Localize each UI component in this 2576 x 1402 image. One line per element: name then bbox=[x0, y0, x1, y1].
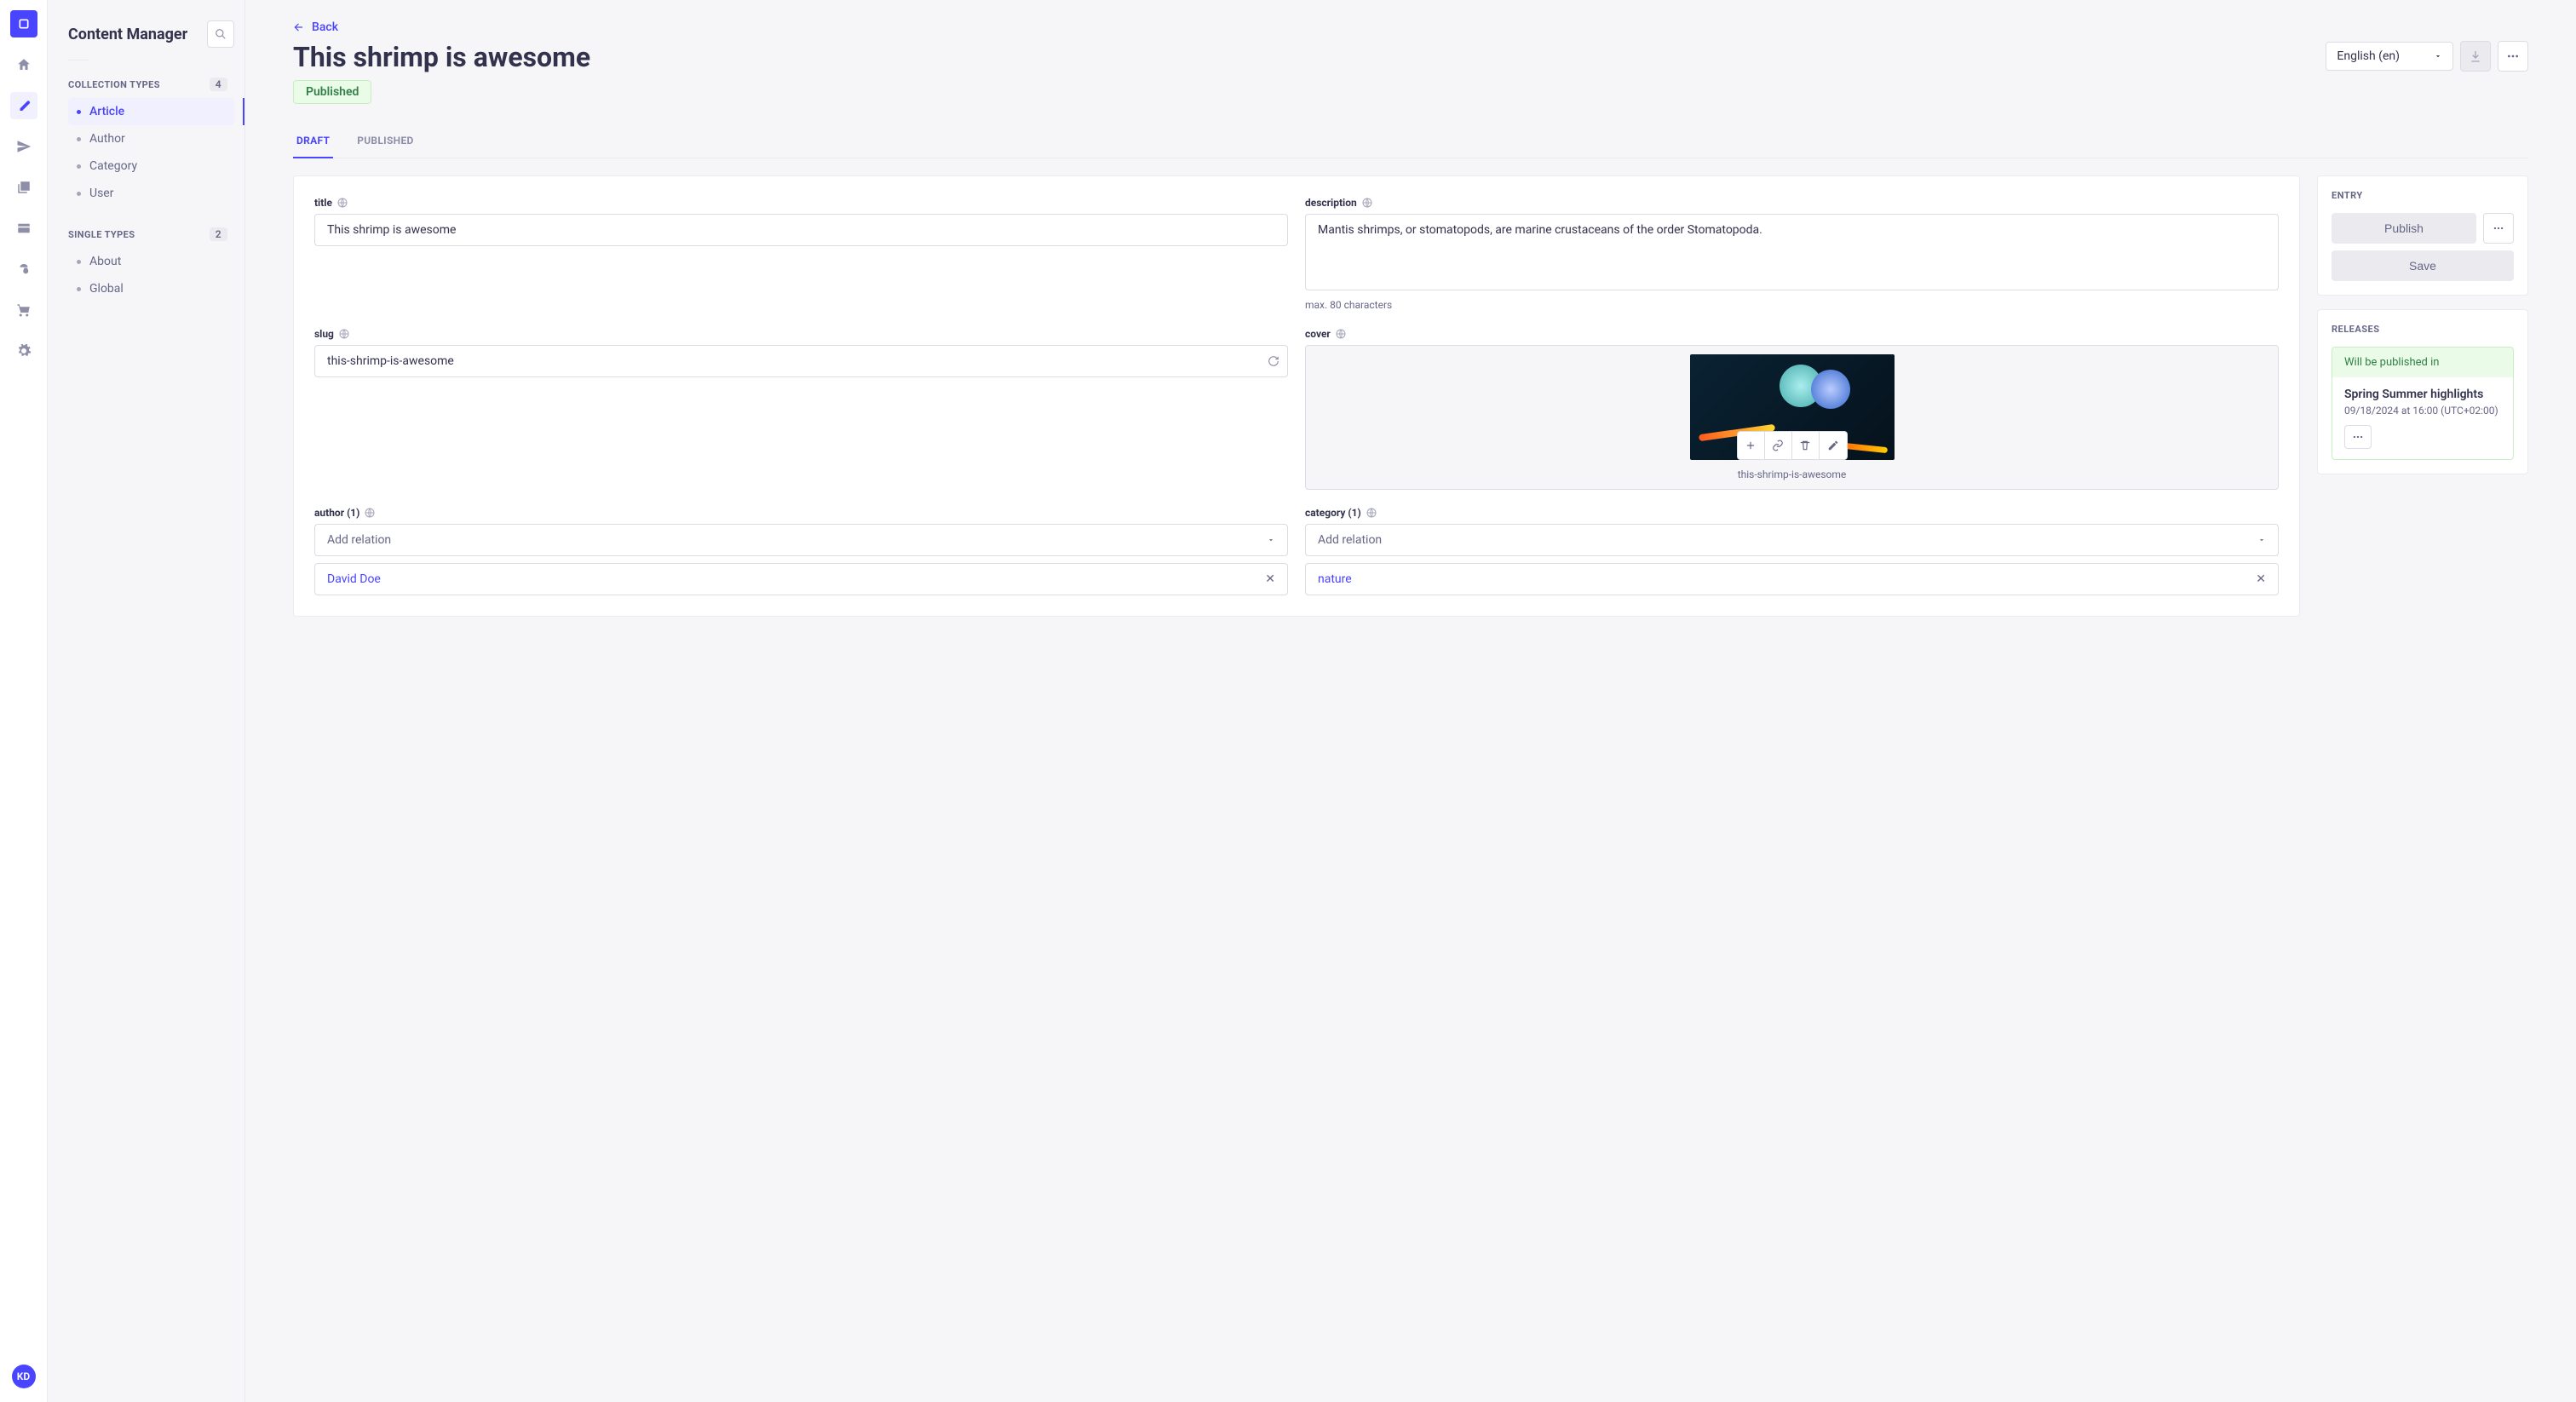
field-label-text: title bbox=[314, 197, 332, 209]
search-button[interactable] bbox=[207, 20, 234, 48]
cover-toolbar bbox=[1737, 431, 1848, 460]
field-category: category (1) Add relation nature ✕ bbox=[1305, 507, 2279, 595]
nav-item-label: Category bbox=[89, 159, 137, 173]
field-label-text: slug bbox=[314, 328, 334, 340]
entry-heading: ENTRY bbox=[2332, 190, 2514, 201]
publish-button[interactable]: Publish bbox=[2332, 213, 2476, 244]
status-badge: Published bbox=[293, 80, 371, 104]
content-manager-icon[interactable] bbox=[10, 92, 37, 119]
field-label-text: category (1) bbox=[1305, 507, 1361, 519]
home-icon[interactable] bbox=[10, 51, 37, 78]
globe-icon bbox=[339, 329, 349, 339]
field-slug: slug bbox=[314, 328, 1288, 490]
cover-caption: this-shrimp-is-awesome bbox=[1314, 468, 2269, 480]
tab-draft[interactable]: DRAFT bbox=[293, 124, 333, 158]
tabs: DRAFT PUBLISHED bbox=[293, 124, 2528, 158]
release-more-button[interactable] bbox=[2344, 425, 2372, 449]
plugins-icon[interactable] bbox=[10, 256, 37, 283]
title-input[interactable] bbox=[314, 214, 1288, 246]
entry-panel: ENTRY Publish Save bbox=[2317, 175, 2528, 296]
author-relation-chip[interactable]: David Doe ✕ bbox=[314, 563, 1288, 595]
collection-types-count: 4 bbox=[210, 78, 227, 91]
nav-item-label: Global bbox=[89, 282, 124, 296]
category-relation-select[interactable]: Add relation bbox=[1305, 524, 2279, 556]
nav-item-label: About bbox=[89, 255, 121, 268]
caret-down-icon bbox=[1267, 536, 1275, 544]
nav-item-category[interactable]: Category bbox=[68, 152, 234, 180]
relation-value: David Doe bbox=[327, 572, 381, 586]
marketplace-icon[interactable] bbox=[10, 296, 37, 324]
release-banner: Will be published in bbox=[2332, 348, 2513, 377]
relation-value: nature bbox=[1318, 572, 1352, 586]
field-description: description max. 80 characters bbox=[1305, 197, 2279, 311]
tab-published[interactable]: PUBLISHED bbox=[354, 124, 417, 158]
send-icon[interactable] bbox=[10, 133, 37, 160]
release-card: Will be published in Spring Summer highl… bbox=[2332, 347, 2514, 460]
nav-item-label: Article bbox=[89, 105, 124, 118]
main-content: Back This shrimp is awesome English (en)… bbox=[245, 0, 2576, 1402]
collection-types-list: Article Author Category User bbox=[68, 98, 234, 207]
nav-item-label: Author bbox=[89, 132, 125, 146]
field-label-text: description bbox=[1305, 197, 1357, 209]
settings-icon[interactable] bbox=[10, 337, 37, 365]
user-avatar[interactable]: KD bbox=[12, 1365, 36, 1388]
release-date: 09/18/2024 at 16:00 (UTC+02:00) bbox=[2344, 405, 2501, 417]
nav-item-label: User bbox=[89, 187, 113, 200]
page-title: This shrimp is awesome bbox=[293, 41, 590, 73]
sidebar: Content Manager COLLECTION TYPES 4 Artic… bbox=[48, 0, 245, 1402]
nav-item-global[interactable]: Global bbox=[68, 275, 234, 302]
locale-value: English (en) bbox=[2337, 49, 2400, 63]
cover-link-button[interactable] bbox=[1765, 432, 1792, 459]
field-label-text: cover bbox=[1305, 328, 1331, 340]
release-title: Spring Summer highlights bbox=[2344, 388, 2501, 401]
cover-edit-button[interactable] bbox=[1820, 432, 1847, 459]
author-relation-select[interactable]: Add relation bbox=[314, 524, 1288, 556]
save-button[interactable]: Save bbox=[2332, 250, 2514, 281]
category-relation-chip[interactable]: nature ✕ bbox=[1305, 563, 2279, 595]
single-types-list: About Global bbox=[68, 248, 234, 302]
icon-rail: KD bbox=[0, 0, 48, 1402]
relation-placeholder: Add relation bbox=[1318, 533, 1382, 547]
app-logo[interactable] bbox=[10, 10, 37, 37]
nav-item-article[interactable]: Article bbox=[68, 98, 234, 125]
remove-relation-icon[interactable]: ✕ bbox=[1265, 572, 1275, 586]
description-help: max. 80 characters bbox=[1305, 299, 2279, 311]
field-title: title bbox=[314, 197, 1288, 311]
releases-heading: RELEASES bbox=[2332, 324, 2514, 335]
field-label-text: author (1) bbox=[314, 507, 359, 519]
releases-panel: RELEASES Will be published in Spring Sum… bbox=[2317, 309, 2528, 474]
field-author: author (1) Add relation David Doe ✕ bbox=[314, 507, 1288, 595]
builder-icon[interactable] bbox=[10, 215, 37, 242]
locale-select[interactable]: English (en) bbox=[2326, 42, 2453, 71]
remove-relation-icon[interactable]: ✕ bbox=[2256, 572, 2266, 586]
collection-types-label: COLLECTION TYPES bbox=[68, 79, 160, 90]
cover-add-button[interactable] bbox=[1738, 432, 1765, 459]
single-types-count: 2 bbox=[210, 227, 227, 241]
caret-down-icon bbox=[2434, 52, 2442, 60]
nav-item-author[interactable]: Author bbox=[68, 125, 234, 152]
download-button[interactable] bbox=[2460, 41, 2491, 72]
caret-down-icon bbox=[2257, 536, 2266, 544]
globe-icon bbox=[1336, 329, 1346, 339]
cover-delete-button[interactable] bbox=[1792, 432, 1820, 459]
description-textarea[interactable] bbox=[1305, 214, 2279, 290]
slug-input[interactable] bbox=[314, 345, 1288, 377]
single-types-label: SINGLE TYPES bbox=[68, 229, 135, 240]
nav-item-user[interactable]: User bbox=[68, 180, 234, 207]
back-label: Back bbox=[312, 20, 338, 34]
back-link[interactable]: Back bbox=[293, 20, 338, 34]
field-cover: cover this-shrimp-is-aweso bbox=[1305, 328, 2279, 490]
regenerate-icon[interactable] bbox=[1268, 355, 1279, 367]
media-library-icon[interactable] bbox=[10, 174, 37, 201]
sidebar-title: Content Manager bbox=[68, 26, 187, 43]
globe-icon bbox=[365, 508, 375, 518]
more-actions-button[interactable] bbox=[2498, 41, 2528, 72]
relation-placeholder: Add relation bbox=[327, 533, 391, 547]
globe-icon bbox=[337, 198, 348, 208]
globe-icon bbox=[1366, 508, 1377, 518]
nav-item-about[interactable]: About bbox=[68, 248, 234, 275]
form-card: title description max. 80 characters bbox=[293, 175, 2300, 617]
globe-icon bbox=[1362, 198, 1372, 208]
entry-more-button[interactable] bbox=[2483, 213, 2514, 244]
